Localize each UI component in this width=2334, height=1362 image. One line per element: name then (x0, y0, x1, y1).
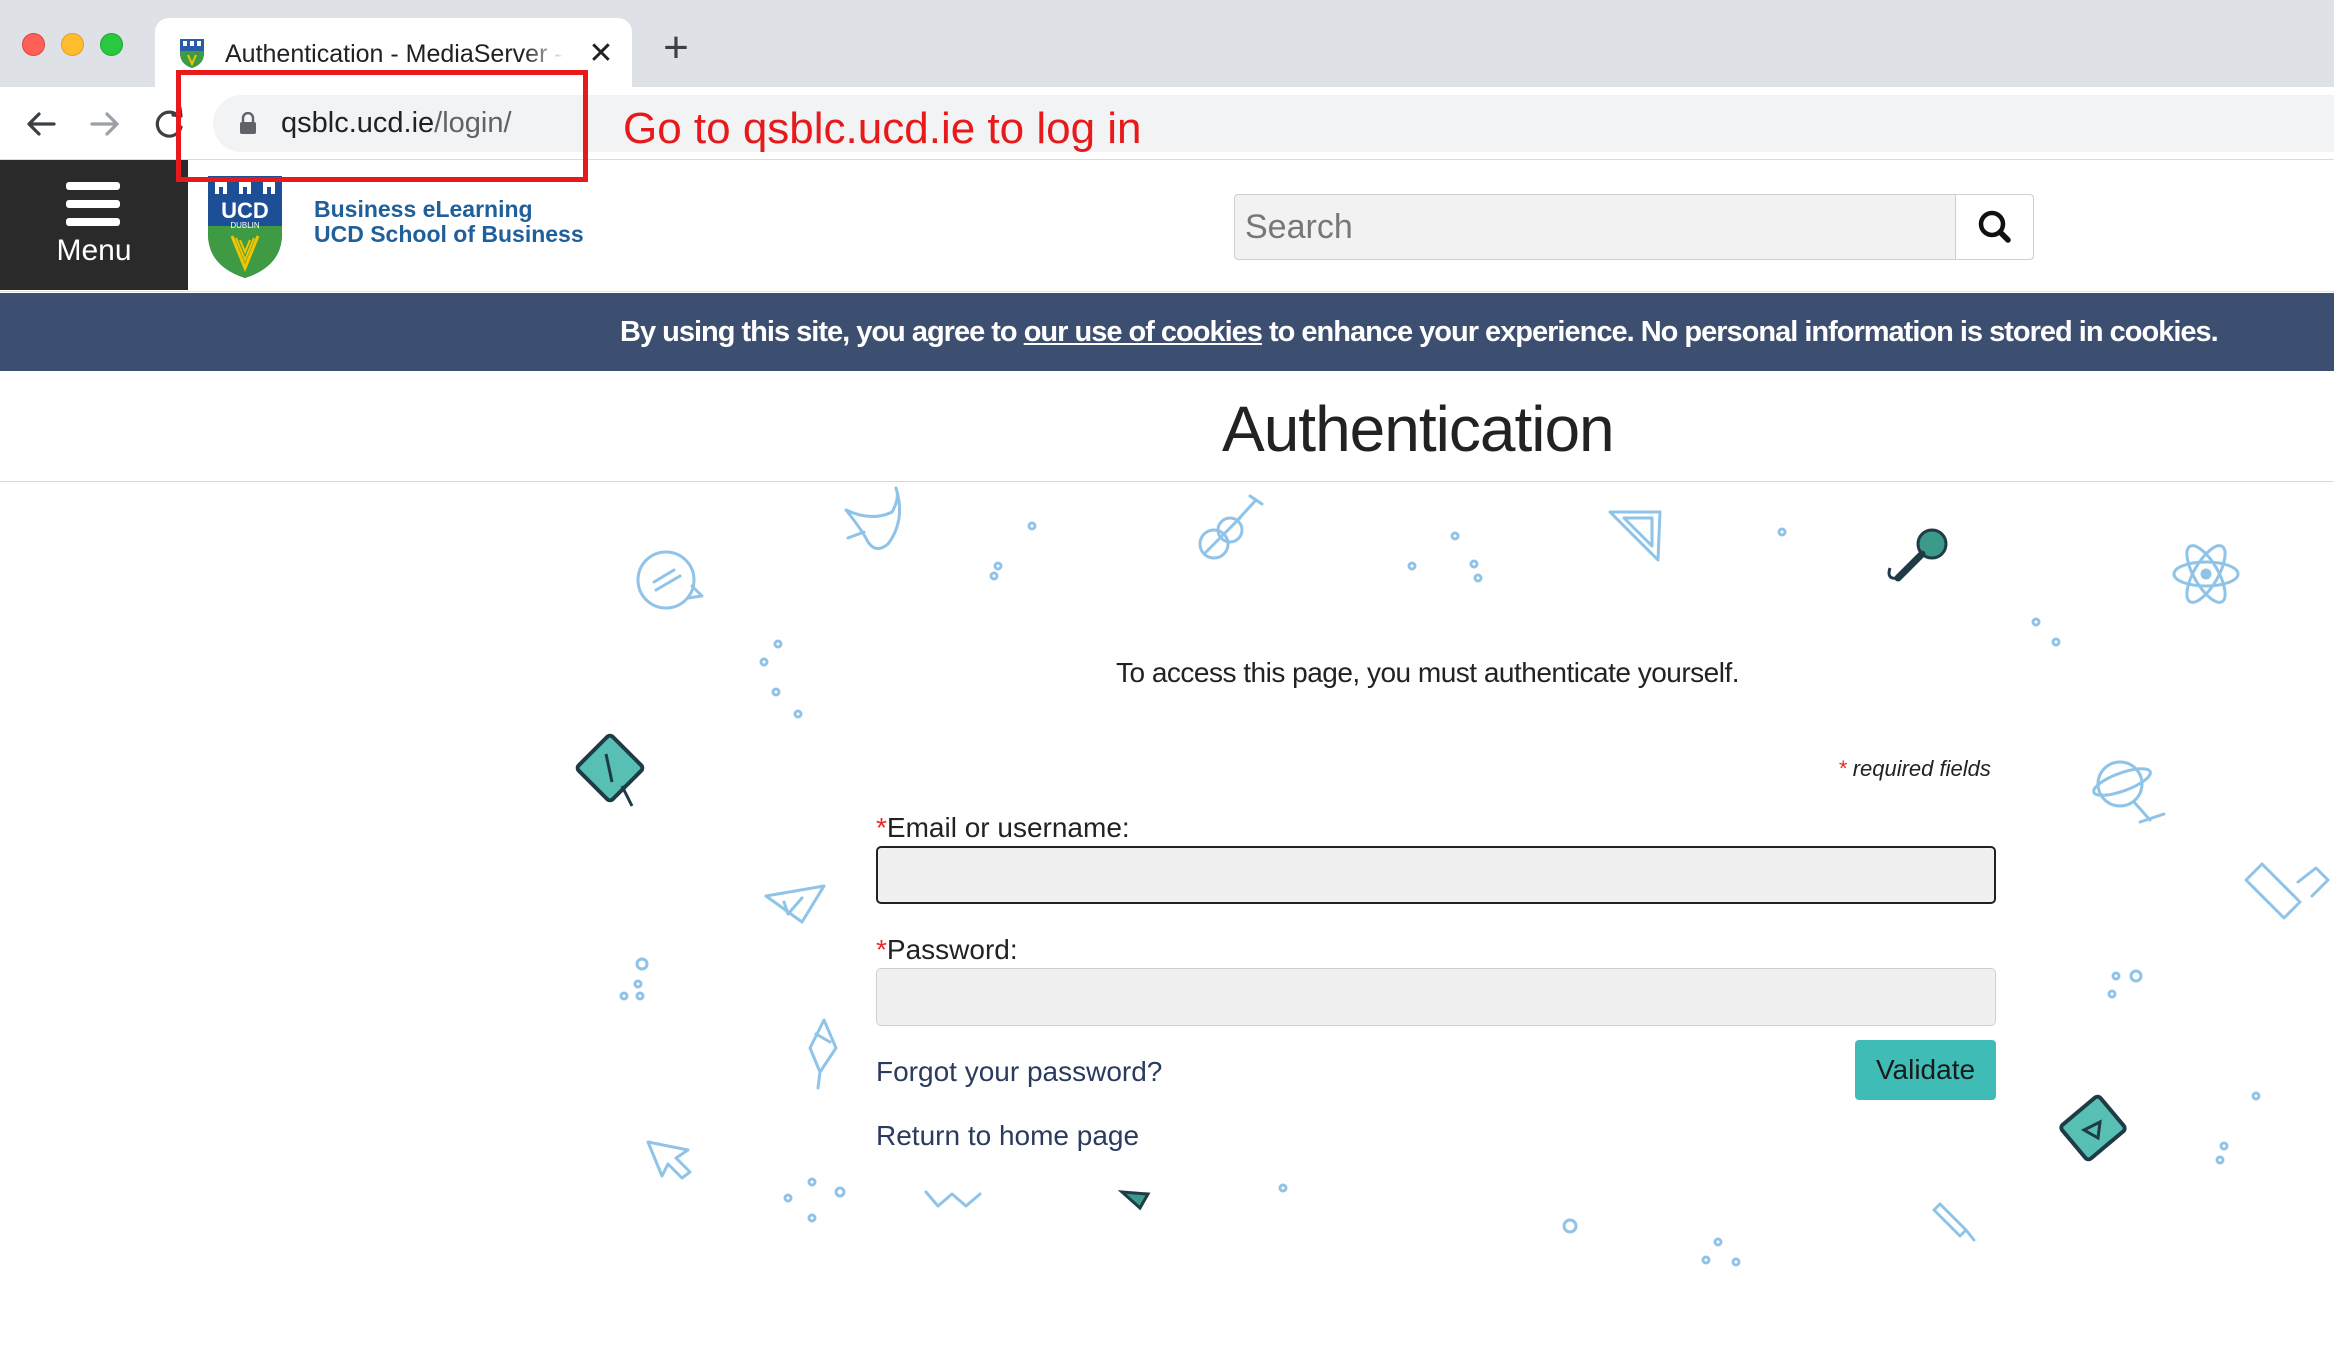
intro-text: To access this page, you must authentica… (1116, 657, 1740, 688)
email-label-text: Email or username: (886, 812, 1130, 843)
doodle-squiggle-icon (924, 1190, 982, 1208)
password-field[interactable] (876, 968, 1996, 1026)
cookie-prefix: By using this site, you agree to (620, 316, 1024, 348)
annotation-highlight-box (176, 70, 588, 182)
tablet-icon (575, 733, 645, 807)
ruler-triangle-icon (1608, 510, 1662, 562)
required-fields-note: * required fields (1838, 756, 1991, 782)
tab-title: Authentication - MediaServer - UCD (225, 40, 565, 68)
return-home-link[interactable]: Return to home page (876, 1120, 1139, 1152)
search-input[interactable] (1235, 195, 1955, 259)
email-label: *Email or username: (876, 812, 1130, 844)
password-label-text: Password: (886, 934, 1018, 965)
globe-icon (2092, 760, 2166, 824)
required-fields-text: required fields (1852, 756, 1991, 781)
email-field[interactable] (876, 846, 1996, 904)
required-star: * (876, 812, 887, 843)
search-icon (1978, 210, 2011, 243)
tab-close-icon[interactable]: ✕ (585, 38, 617, 70)
paper-plane-icon (764, 884, 826, 924)
ucd-crest-icon (180, 39, 204, 68)
cursor-icon (646, 1140, 692, 1180)
page-title-bar: Authentication (0, 380, 2334, 482)
cookie-banner: By using this site, you agree to our use… (0, 293, 2334, 371)
window-zoom-button[interactable] (100, 33, 123, 56)
search-button[interactable] (1955, 195, 2033, 259)
crest-ucd-text: UCD (221, 198, 269, 223)
logo-text-line1: Business eLearning (314, 196, 533, 222)
microphone-icon (1887, 528, 1948, 582)
page-title: Authentication (1222, 393, 1615, 465)
search-box (1234, 194, 2034, 260)
bird-icon (844, 486, 902, 550)
window-minimize-button[interactable] (61, 33, 84, 56)
ucd-crest-logo-icon[interactable]: UCD DUBLIN (206, 172, 284, 280)
window-close-button[interactable] (22, 33, 45, 56)
required-star: * (1838, 756, 1847, 781)
usb-stick-icon (2244, 862, 2330, 920)
required-star: * (876, 934, 887, 965)
crest-dublin-text: DUBLIN (230, 221, 260, 230)
menu-label: Menu (56, 234, 132, 267)
tv-screen-icon (2059, 1094, 2127, 1162)
menu-button[interactable]: Menu (0, 160, 188, 290)
annotation-text: Go to qsblc.ucd.ie to log in (623, 104, 1142, 153)
atom-icon (2172, 544, 2240, 604)
forward-arrow-icon[interactable] (84, 103, 126, 145)
new-tab-icon[interactable]: + (655, 26, 697, 70)
logo-text-line2: UCD School of Business (314, 221, 584, 247)
speech-bubble-icon (636, 550, 704, 610)
validate-button[interactable]: Validate (1855, 1040, 1996, 1100)
teal-leaf-icon (1117, 1190, 1151, 1211)
cookie-text: By using this site, you agree to our use… (620, 293, 2219, 371)
forgot-password-link[interactable]: Forgot your password? (876, 1056, 1162, 1088)
guitar-icon (1198, 494, 1264, 560)
password-label: *Password: (876, 934, 1018, 966)
cookie-suffix: to enhance your experience. No personal … (1261, 316, 2219, 348)
pen-icon (1932, 1202, 1976, 1242)
hamburger-icon (66, 182, 120, 226)
background-doodles (575, 486, 2330, 1267)
pencil-icon (808, 1018, 838, 1090)
back-arrow-icon[interactable] (20, 103, 62, 145)
cookie-policy-link[interactable]: our use of cookies (1024, 316, 1263, 348)
